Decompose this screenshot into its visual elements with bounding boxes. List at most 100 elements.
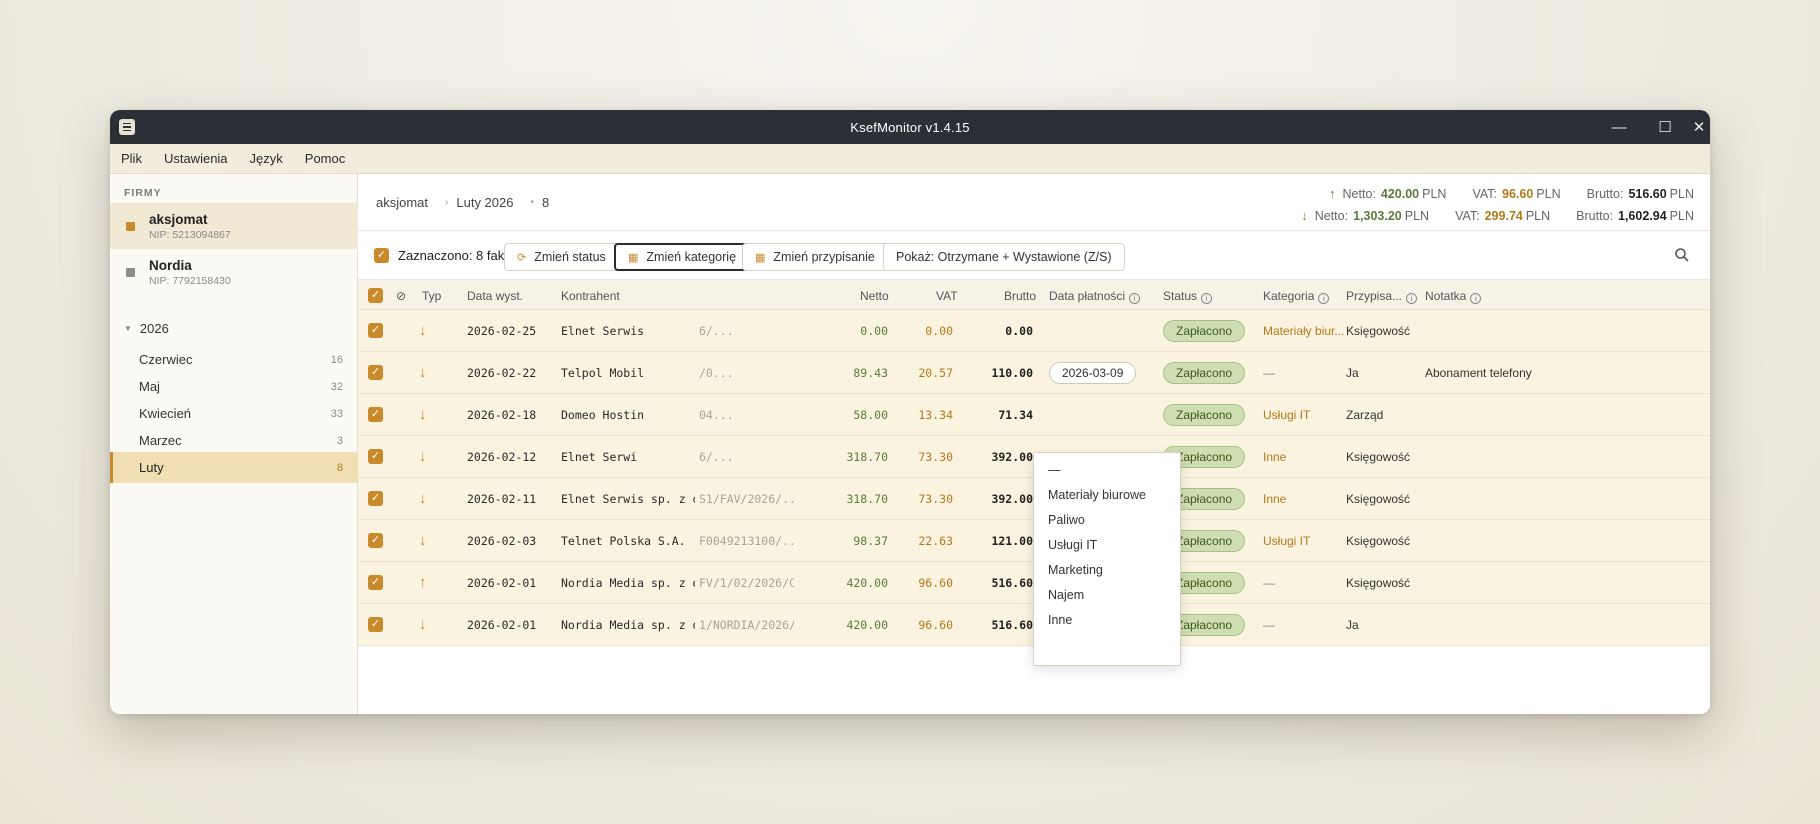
status-badge[interactable]: Zapłacono xyxy=(1163,362,1246,384)
selection-summary: ✓ Zaznaczono: 8 faktur xyxy=(374,248,519,263)
menu-ustawienia[interactable]: Ustawienia xyxy=(164,151,228,166)
payment-date-pill[interactable]: 2026-03-09 xyxy=(1049,362,1137,384)
row-checkbox[interactable]: ✓ xyxy=(368,407,383,422)
cell-category[interactable]: Inne xyxy=(1263,492,1345,506)
change-category-button[interactable]: ▦ Zmień kategorię xyxy=(614,243,751,271)
header-contractor[interactable]: Kontrahent xyxy=(561,289,620,303)
show-filter-button[interactable]: Pokaż: Otrzymane + Wystawione (Z/S) xyxy=(883,243,1125,271)
table-row[interactable]: ✓ ↓ 2026-02-18 Domeo Hostin 04... 58.00 13.34 7… xyxy=(358,394,1710,436)
cell-assigned[interactable]: Księgowość xyxy=(1346,450,1422,464)
select-all-checkbox[interactable]: ✓ xyxy=(374,248,389,263)
cell-category[interactable]: Inne xyxy=(1263,450,1345,464)
cell-assigned[interactable]: Ja xyxy=(1346,618,1422,632)
month-item-luty[interactable]: Luty 8 xyxy=(110,452,358,483)
row-checkbox[interactable]: ✓ xyxy=(368,491,383,506)
header-note[interactable]: Notatka i xyxy=(1425,289,1482,304)
cell-assigned[interactable]: Księgowość xyxy=(1346,324,1422,338)
firm-item-aksjomat[interactable]: aksjomat NIP: 5213094867 xyxy=(110,203,358,249)
cell-category[interactable]: — xyxy=(1263,576,1345,590)
header-netto[interactable]: Netto xyxy=(860,289,889,303)
cell-date: 2026-02-03 xyxy=(467,534,537,548)
menu-pomoc[interactable]: Pomoc xyxy=(305,151,345,166)
month-count: 3 xyxy=(336,434,343,447)
cell-category[interactable]: — xyxy=(1263,618,1345,632)
breadcrumb-period[interactable]: Luty 2026 xyxy=(456,195,513,210)
maximize-button[interactable]: ☐ xyxy=(1642,110,1688,144)
cell-number: F0049213100/... xyxy=(699,534,794,548)
cell-netto: 420.00 xyxy=(846,576,888,590)
row-checkbox[interactable]: ✓ xyxy=(368,323,383,338)
cell-date: 2026-02-18 xyxy=(467,408,537,422)
dropdown-item-materialy[interactable]: Materiały biurowe xyxy=(1048,488,1146,502)
row-checkbox[interactable]: ✓ xyxy=(368,449,383,464)
header-payment-date[interactable]: Data płatności i xyxy=(1049,289,1141,304)
dropdown-item-najem[interactable]: Najem xyxy=(1048,588,1084,602)
row-checkbox[interactable]: ✓ xyxy=(368,533,383,548)
menu-plik[interactable]: Plik xyxy=(121,151,142,166)
firms-header: FIRMY xyxy=(124,187,162,199)
arrow-up-icon: ↑ xyxy=(1329,186,1336,201)
cell-category[interactable]: — xyxy=(1263,366,1345,380)
year-label: 2026 xyxy=(139,321,169,336)
dropdown-item-marketing[interactable]: Marketing xyxy=(1048,563,1103,577)
dropdown-item-paliwo[interactable]: Paliwo xyxy=(1048,513,1085,527)
button-label: Pokaż: Otrzymane + Wystawione (Z/S) xyxy=(896,250,1112,264)
header-brutto[interactable]: Brutto xyxy=(1004,289,1036,303)
row-checkbox[interactable]: ✓ xyxy=(368,617,383,632)
minimize-button[interactable]: — xyxy=(1596,110,1642,144)
row-checkbox[interactable]: ✓ xyxy=(368,365,383,380)
cell-contractor: Domeo Hostin xyxy=(561,408,645,422)
cell-brutto: 0.00 xyxy=(1005,324,1033,338)
cell-category[interactable]: Usługi IT xyxy=(1263,534,1345,548)
status-badge[interactable]: Zapłacono xyxy=(1163,320,1246,342)
cell-assigned[interactable]: Księgowość xyxy=(1346,576,1422,590)
cell-number: FV/1/02/2026/CM xyxy=(699,576,794,590)
breadcrumb-firm[interactable]: aksjomat xyxy=(376,195,428,210)
cell-date: 2026-02-22 xyxy=(467,366,537,380)
firm-item-nordia[interactable]: Nordia NIP: 7792158430 xyxy=(110,249,358,295)
header-vat[interactable]: VAT xyxy=(936,289,958,303)
dropdown-item-none[interactable]: — xyxy=(1048,463,1061,477)
brutto-label: Brutto: xyxy=(1586,187,1624,201)
info-icon: i xyxy=(1406,293,1418,304)
change-assignment-button[interactable]: ▦ Zmień przypisanie xyxy=(742,243,888,271)
month-count: 32 xyxy=(330,380,343,393)
table-header: ✓ ⊘ Typ Data wyst. Kontrahent Netto VAT … xyxy=(358,280,1710,310)
cell-note[interactable]: Abonament telefony xyxy=(1425,366,1710,380)
cell-contractor: Nordia Media sp. z o.o xyxy=(561,576,695,590)
header-typ[interactable]: Typ xyxy=(422,289,441,303)
header-assigned[interactable]: Przypisa... i xyxy=(1346,289,1418,304)
cell-category[interactable]: Materiały biur... xyxy=(1263,324,1345,338)
cell-number: 6/... xyxy=(699,324,734,338)
cell-assigned[interactable]: Zarząd xyxy=(1346,408,1422,422)
year-group[interactable]: ▼ 2026 xyxy=(124,321,169,336)
dropdown-item-inne[interactable]: Inne xyxy=(1048,613,1072,627)
breadcrumb-count: 8 xyxy=(542,195,550,210)
header-category[interactable]: Kategoria i xyxy=(1263,289,1330,304)
cell-category[interactable]: Usługi IT xyxy=(1263,408,1345,422)
dot-icon: • xyxy=(530,197,534,208)
menu-jezyk[interactable]: Język xyxy=(250,151,283,166)
refresh-icon: ⟳ xyxy=(517,251,527,264)
currency: PLN xyxy=(1669,187,1694,201)
selection-count: Zaznaczono: 8 faktur xyxy=(398,248,520,263)
cell-assigned[interactable]: Księgowość xyxy=(1346,534,1422,548)
header-select-checkbox[interactable]: ✓ xyxy=(368,287,383,303)
table-row[interactable]: ✓ ↓ 2026-02-22 Telpol Mobil/0... 89.43 20.57 1… xyxy=(358,352,1710,394)
dropdown-item-uslugi-it[interactable]: Usługi IT xyxy=(1048,538,1097,552)
cell-contractor: Elnet Serwis sp. z o.o xyxy=(561,492,695,506)
row-checkbox[interactable]: ✓ xyxy=(368,575,383,590)
change-status-button[interactable]: ⟳ Zmień status xyxy=(504,243,619,271)
status-badge[interactable]: Zapłacono xyxy=(1163,404,1246,426)
cell-assigned[interactable]: Ja xyxy=(1346,366,1422,380)
month-name: Marzec xyxy=(139,433,182,448)
month-count: 8 xyxy=(336,461,343,474)
header-date[interactable]: Data wyst. xyxy=(467,289,523,303)
netto-label: Netto: xyxy=(1314,209,1349,223)
firm-name: Nordia xyxy=(149,258,192,273)
header-status[interactable]: Status i xyxy=(1163,289,1213,304)
search-icon[interactable] xyxy=(1674,247,1690,263)
table-row[interactable]: ✓ ↓ 2026-02-25 Elnet Serwis 6/... 0.00 0.00 0.0… xyxy=(358,310,1710,352)
close-button[interactable]: ✕ xyxy=(1688,110,1710,144)
cell-assigned[interactable]: Księgowość xyxy=(1346,492,1422,506)
